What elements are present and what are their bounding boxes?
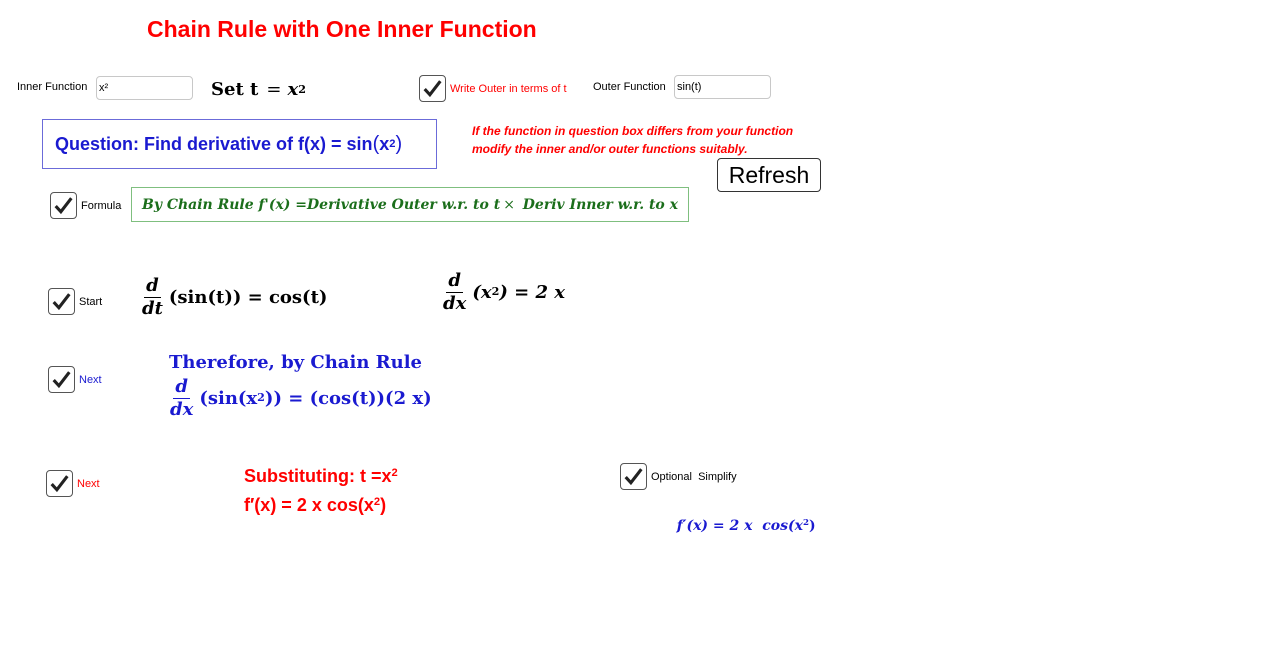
inner-function-label: Inner Function — [17, 81, 88, 93]
substitution-exp: 2 — [391, 466, 398, 479]
inner-derivative-fraction: d dx — [441, 271, 468, 314]
simplified-text-b: ) — [809, 518, 816, 534]
question-prefix: Question: Find derivative of f(x) = — [55, 133, 347, 154]
chain-rule-den: dx — [170, 398, 194, 420]
question-close-paren: ) — [395, 132, 403, 155]
next-label-1: Next — [79, 374, 102, 386]
substitution-text: Substituting: t =x — [244, 466, 392, 486]
outer-derivative-fraction: d dt — [140, 276, 165, 319]
chain-rule-num: d — [173, 376, 190, 399]
write-outer-label: Write Outer in terms of t — [450, 83, 567, 95]
question-box: Question: Find derivative of f(x) = sin(… — [42, 119, 437, 169]
result-text-a: f′(x) = 2 x cos(x — [244, 495, 374, 515]
outer-function-input[interactable] — [674, 75, 771, 99]
outer-function-label: Outer Function — [593, 81, 666, 93]
outer-derivative-den: dt — [142, 297, 163, 319]
next-label-2: Next — [77, 478, 100, 490]
page-title: Chain Rule with One Inner Function — [147, 16, 537, 42]
inner-derivative-open: (x — [472, 281, 492, 303]
formula-times: × — [503, 196, 515, 213]
formula-text-b: Deriv Inner w.r. to x — [517, 196, 678, 213]
set-t-var: x — [287, 79, 299, 100]
outer-derivative: d dt (sin(t)) = cos(t) — [140, 276, 327, 319]
chain-rule-fraction: d dx — [168, 377, 195, 420]
checkmark-icon — [50, 475, 69, 493]
write-outer-checkbox[interactable] — [419, 75, 446, 102]
result-text-b: ) — [380, 495, 387, 515]
formula-text-a: By Chain Rule f'(x) =Derivative Outer w.… — [142, 196, 501, 213]
start-checkbox[interactable] — [48, 288, 75, 315]
outer-derivative-num: d — [144, 275, 161, 298]
inner-derivative-den: dx — [443, 292, 467, 314]
simplified-result: f′(x) = 2 x cos(x2) — [667, 502, 816, 534]
set-t-prefix: Set t — [211, 79, 259, 100]
instruction-note-line1: If the function in question box differs … — [472, 124, 794, 138]
chain-rule-expr-b: )) = (cos(t))(2 x) — [264, 387, 432, 409]
inner-function-input[interactable] — [96, 76, 193, 100]
inner-derivative: d dx (x 2) = 2 x — [441, 270, 565, 314]
chain-rule-heading: Therefore, by Chain Rule — [169, 352, 423, 373]
formula-box: By Chain Rule f'(x) =Derivative Outer w.… — [131, 187, 689, 222]
question-fn: sin — [346, 133, 373, 154]
result-line: f′(x) = 2 x cos(x2) — [244, 495, 386, 516]
set-t-expression: Set t = x2 — [211, 79, 306, 100]
set-t-equals: = — [266, 79, 282, 100]
checkmark-icon — [624, 468, 643, 486]
simplified-text-a: f′(x) = 2 x cos(x — [676, 518, 803, 534]
next-checkbox-2[interactable] — [46, 470, 73, 497]
outer-derivative-expr: (sin(t)) = cos(t) — [168, 286, 328, 308]
simplify-label: Optional Simplify — [651, 471, 737, 483]
formula-label: Formula — [81, 200, 122, 212]
checkmark-icon — [423, 80, 442, 98]
checkmark-icon — [54, 197, 73, 215]
simplify-checkbox[interactable] — [620, 463, 647, 490]
instruction-note-line2: modify the inner and/or outer functions … — [472, 142, 748, 156]
checkmark-icon — [52, 293, 71, 311]
question-open-paren: ( — [372, 132, 380, 155]
formula-checkbox[interactable] — [50, 192, 77, 219]
next-checkbox-1[interactable] — [48, 366, 75, 393]
inner-derivative-num: d — [446, 270, 463, 293]
checkmark-icon — [52, 371, 71, 389]
chain-rule-expr-a: (sin(x — [199, 387, 258, 409]
inner-derivative-close: ) = 2 x — [499, 281, 565, 303]
chain-rule-expression: d dx (sin(x 2)) = (cos(t))(2 x) — [168, 376, 432, 420]
question-var: x — [379, 133, 390, 154]
instruction-note: If the function in question box differs … — [472, 122, 793, 158]
start-label: Start — [79, 296, 103, 308]
refresh-button[interactable]: Refresh — [717, 158, 821, 192]
substitution-line: Substituting: t =x2 — [244, 466, 398, 487]
